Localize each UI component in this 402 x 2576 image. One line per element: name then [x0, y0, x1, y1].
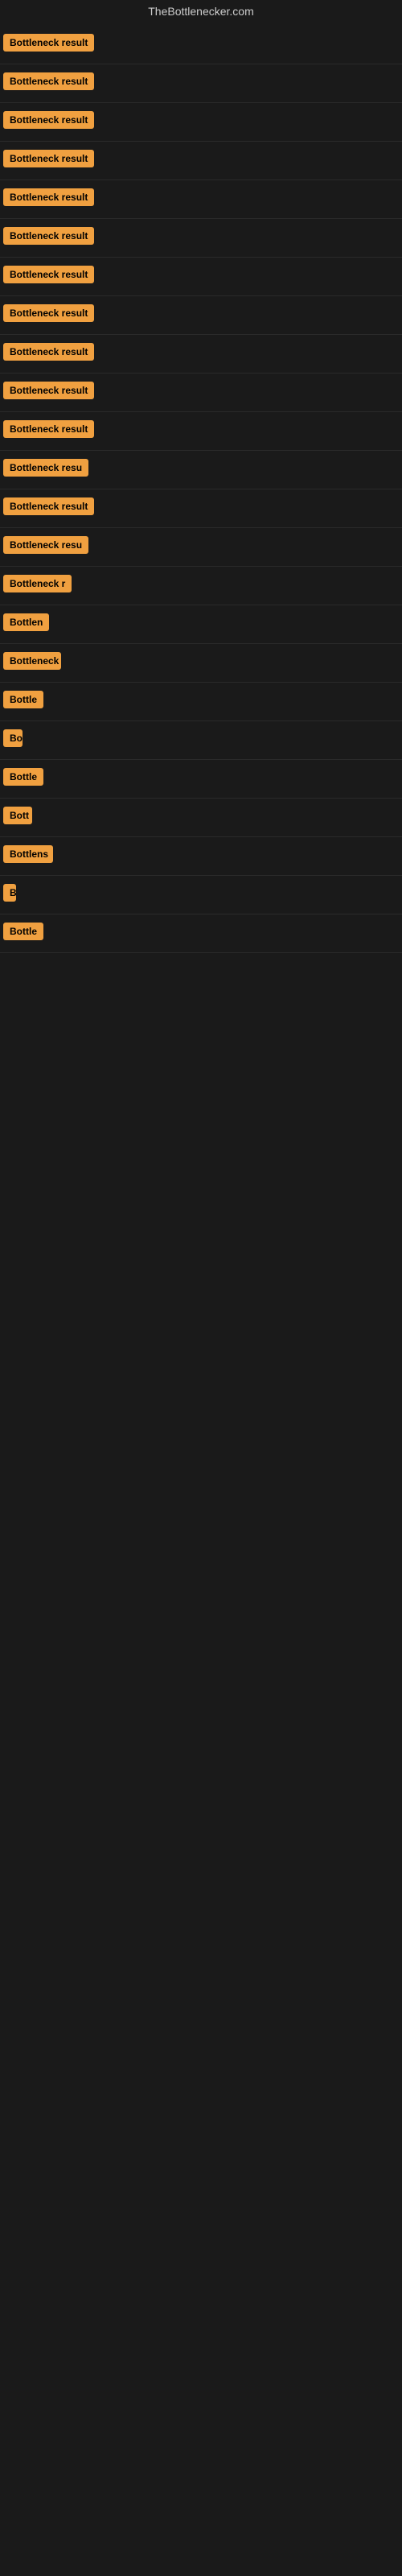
bottleneck-badge[interactable]: Bottleneck result	[3, 111, 94, 129]
bottleneck-badge[interactable]: Bottleneck resu	[3, 536, 88, 554]
site-title-container: TheBottlenecker.com	[0, 0, 402, 26]
result-row: Bottleneck result	[0, 103, 402, 142]
site-title: TheBottlenecker.com	[0, 0, 402, 26]
result-row: Bottleneck result	[0, 180, 402, 219]
bottleneck-badge[interactable]: Bottleneck result	[3, 266, 94, 283]
bottleneck-badge[interactable]: Bottleneck result	[3, 304, 94, 322]
result-row: Bottleneck result	[0, 258, 402, 296]
bottleneck-badge[interactable]: Bottleneck	[3, 652, 61, 670]
result-row: Bottleneck result	[0, 26, 402, 64]
bottleneck-badge[interactable]: Bottleneck result	[3, 497, 94, 515]
bottleneck-badge[interactable]: B	[3, 884, 16, 902]
result-row: Bottle	[0, 683, 402, 721]
bottleneck-badge[interactable]: Bottleneck resu	[3, 459, 88, 477]
bottleneck-badge[interactable]: Bottlen	[3, 613, 49, 631]
result-row: B	[0, 876, 402, 914]
result-row: Bottlen	[0, 605, 402, 644]
bottleneck-badge[interactable]: Bottleneck result	[3, 188, 94, 206]
bottleneck-badge[interactable]: Bottleneck result	[3, 420, 94, 438]
result-row: Bottleneck result	[0, 219, 402, 258]
result-row: Bottleneck result	[0, 64, 402, 103]
bottleneck-badge[interactable]: Bottleneck result	[3, 72, 94, 90]
result-row: Bottlens	[0, 837, 402, 876]
result-row: Bottleneck r	[0, 567, 402, 605]
result-row: Bott	[0, 799, 402, 837]
result-row: Bottleneck result	[0, 296, 402, 335]
bottleneck-badge[interactable]: Bott	[3, 807, 32, 824]
bottleneck-badge[interactable]: Bo	[3, 729, 23, 747]
result-row: Bottleneck result	[0, 142, 402, 180]
results-container: Bottleneck result Bottleneck result Bottle…	[0, 26, 402, 953]
bottleneck-badge[interactable]: Bottleneck result	[3, 343, 94, 361]
bottleneck-badge[interactable]: Bottle	[3, 923, 43, 940]
result-row: Bottleneck resu	[0, 528, 402, 567]
result-row: Bottleneck result	[0, 489, 402, 528]
bottleneck-badge[interactable]: Bottleneck result	[3, 382, 94, 399]
result-row: Bottleneck resu	[0, 451, 402, 489]
bottleneck-badge[interactable]: Bottleneck result	[3, 227, 94, 245]
bottleneck-badge[interactable]: Bottleneck r	[3, 575, 72, 592]
bottleneck-badge[interactable]: Bottleneck result	[3, 150, 94, 167]
result-row: Bottle	[0, 760, 402, 799]
bottleneck-badge[interactable]: Bottle	[3, 768, 43, 786]
result-row: Bottleneck result	[0, 412, 402, 451]
result-row: Bottleneck result	[0, 374, 402, 412]
result-row: Bo	[0, 721, 402, 760]
bottleneck-badge[interactable]: Bottlens	[3, 845, 53, 863]
result-row: Bottleneck	[0, 644, 402, 683]
result-row: Bottleneck result	[0, 335, 402, 374]
bottleneck-badge[interactable]: Bottleneck result	[3, 34, 94, 52]
bottleneck-badge[interactable]: Bottle	[3, 691, 43, 708]
result-row: Bottle	[0, 914, 402, 953]
